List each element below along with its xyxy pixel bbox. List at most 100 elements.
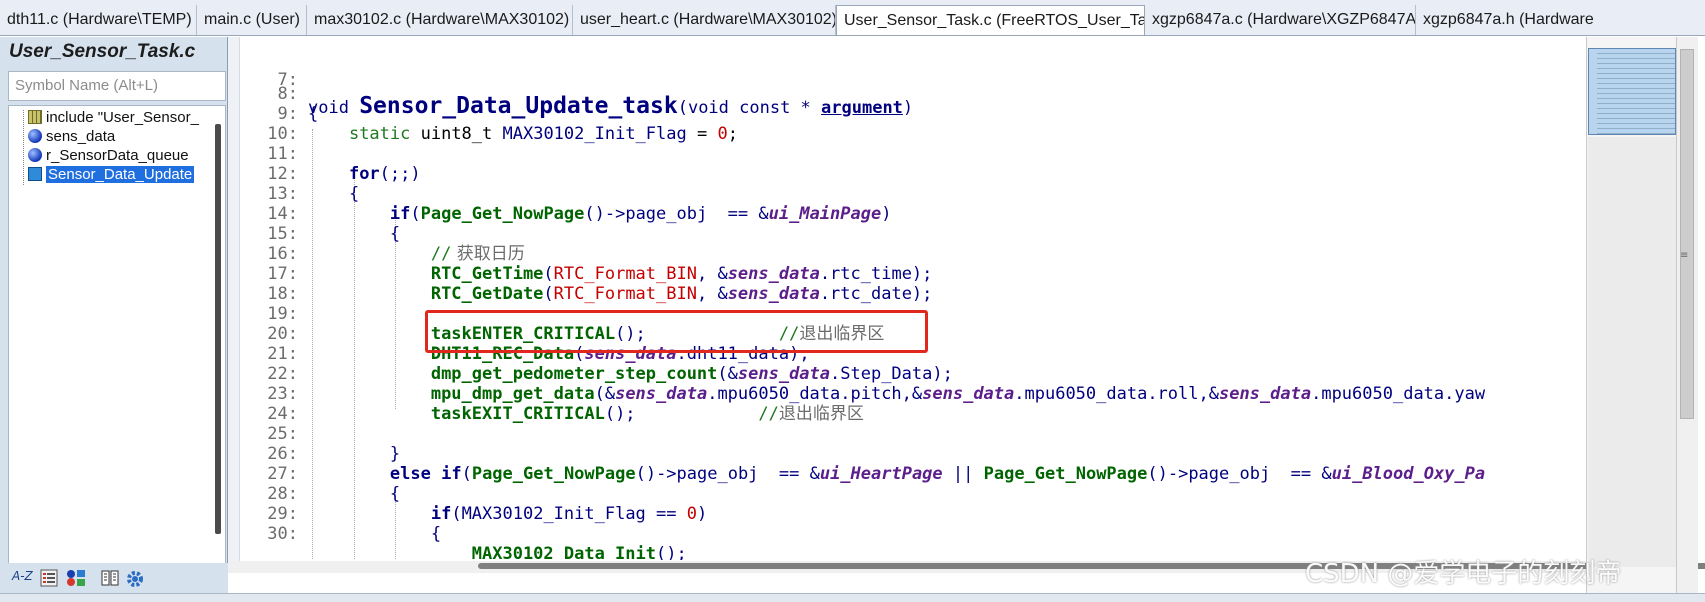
tree-vertical-scrollbar[interactable] (215, 124, 221, 534)
code-token: } (389, 444, 401, 464)
code-token: for (348, 164, 380, 184)
code-token: DHT11_REC_Data (430, 344, 575, 364)
sort-az-icon[interactable]: A-Z (12, 569, 33, 587)
code-token: ; (727, 124, 738, 144)
code-line: 16: RTC_GetTime(RTC_Format_BIN, &sens_da… (240, 224, 932, 284)
symbol-item-label: Sensor_Data_Update (46, 166, 195, 183)
symbol-item-sensordata-queue[interactable]: r_SensorData_queue (28, 147, 189, 166)
code-line: 17: RTC_GetDate(RTC_Format_BIN, &sens_da… (240, 244, 932, 304)
symbol-item-sensor-data-update[interactable]: Sensor_Data_Update (28, 166, 195, 185)
code-token: .mpu6050_data.pitch,& (707, 384, 923, 404)
scrollbar-grip-icon: ≡ (1680, 250, 1689, 261)
code-token: ui_Blood_Oxy_Pa (1331, 464, 1486, 484)
code-token: , & (696, 284, 728, 304)
code-token: ( (543, 284, 554, 304)
code-token: sens_data (737, 364, 831, 384)
code-token: ( (677, 98, 688, 118)
comment: // (758, 404, 779, 424)
code-token: (); (656, 544, 687, 560)
code-token: * (790, 98, 822, 118)
code-token: = (686, 124, 718, 144)
code-token: RTC_Format_BIN (553, 264, 697, 284)
code-token: ui_HeartPage (819, 464, 943, 484)
code-token: ( (410, 204, 421, 224)
tab-max30102-c[interactable]: max30102.c (Hardware\MAX30102) (307, 5, 573, 35)
code-line: 29: { (240, 484, 441, 544)
editor-gutter (228, 37, 240, 562)
code-token: ( (461, 464, 472, 484)
code-token: 0 (717, 124, 728, 144)
editor-vertical-scrollbar[interactable] (1676, 37, 1698, 593)
code-token: { (308, 104, 319, 124)
class-view-icon[interactable] (66, 569, 88, 587)
tab-user-sensor-task-c[interactable]: User_Sensor_Task.c (FreeRTOS_User_Task)✖ (836, 5, 1145, 35)
code-token: (& (594, 384, 616, 404)
code-token: { (389, 484, 401, 504)
tab-label: xgzp6847a.h (Hardware (1423, 11, 1594, 28)
code-token: mpu_dmp_get_data (430, 384, 595, 404)
code-line: 26: else if(Page_Get_NowPage()->page_obj… (240, 424, 1485, 484)
scrollbar-thumb[interactable] (1680, 49, 1694, 419)
code-line: 13: if(Page_Get_NowPage()->page_obj == &… (240, 164, 891, 224)
tab-label: main.c (User) (204, 11, 301, 28)
code-token: if (430, 504, 452, 524)
symbol-item-include[interactable]: include "User_Sensor_ (28, 109, 199, 128)
code-token: { (430, 524, 442, 544)
code-line: 27: { (240, 444, 400, 504)
symbol-item-sens-data[interactable]: sens_data (28, 128, 115, 147)
code-token: uint8_t (410, 124, 503, 144)
code-token: 0 (686, 504, 697, 524)
code-line: 28: if(MAX30102_Init_Flag == 0) (240, 464, 707, 524)
tab-xgzp6847a-h[interactable]: xgzp6847a.h (Hardware (1416, 5, 1705, 35)
symbol-toolbar: A-Z (0, 563, 228, 593)
tab-main-c[interactable]: main.c (User) (197, 5, 307, 35)
code-token: RTC_Format_BIN (553, 284, 697, 304)
gear-icon[interactable] (125, 569, 145, 587)
symbol-item-label: include "User_Sensor_ (46, 109, 199, 126)
code-line: 10: (240, 104, 301, 144)
code-line: 18: (240, 264, 301, 304)
code-area[interactable]: 7: void Sensor_Data_Update_task(void con… (240, 37, 1587, 560)
code-line: 20: DHT11_REC_Data(sens_data.dht11_data)… (240, 304, 809, 364)
code-token: RTC_GetTime (430, 264, 544, 284)
symbol-item-label: sens_data (46, 128, 116, 145)
code-token: if (389, 204, 411, 224)
code-line: 25: } (240, 404, 400, 464)
code-token: ()->page_obj == & (1147, 464, 1332, 484)
code-token: argument (821, 98, 903, 118)
minimap-code-lines (1597, 53, 1675, 143)
code-token: MAX30102_Data_Init (471, 544, 656, 560)
comment: 退出临界区 (778, 404, 864, 424)
function-icon (28, 167, 42, 181)
code-token: sens_data (615, 384, 708, 404)
code-token: sens_data (1218, 384, 1312, 404)
code-token: ()->page_obj == & (584, 204, 769, 224)
code-token: ) (902, 98, 914, 118)
code-token: (& (717, 364, 738, 384)
minimap-viewport[interactable] (1588, 48, 1676, 143)
code-token: ( (574, 344, 585, 364)
code-token: void const (687, 98, 791, 118)
code-token: sens_data (727, 284, 820, 304)
code-token: .rtc_date); (819, 284, 933, 304)
variable-icon (28, 129, 42, 143)
function-name: Sensor_Data_Update_task (359, 93, 678, 119)
code-line: 30: MAX30102_Data_Init(); (240, 504, 686, 560)
tab-user-heart-c[interactable]: user_heart.c (Hardware\MAX30102) (573, 5, 836, 35)
symbol-item-label: r_SensorData_queue (46, 147, 189, 164)
tab-label: xgzp6847a.c (Hardware\XGZP6847A) (1152, 11, 1416, 28)
line-number: 30: (267, 524, 298, 544)
code-token: MAX30102_Init_Flag (461, 504, 646, 524)
code-token: , & (696, 264, 728, 284)
tab-dth11-c[interactable]: dth11.c (Hardware\TEMP) (0, 5, 197, 35)
code-token: ( (543, 264, 554, 284)
book-icon[interactable] (100, 569, 120, 587)
tab-xgzp6847a-c[interactable]: xgzp6847a.c (Hardware\XGZP6847A) (1145, 5, 1416, 35)
code-minimap[interactable] (1586, 37, 1676, 593)
code-line: 19: taskENTER_CRITICAL(); //退出临界区 (240, 284, 884, 344)
code-editor[interactable]: 7: void Sensor_Data_Update_task(void con… (228, 37, 1587, 593)
code-token: taskEXIT_CRITICAL (430, 404, 605, 424)
list-icon[interactable] (40, 569, 58, 587)
code-line: 21: dmp_get_pedometer_step_count(&sens_d… (240, 324, 953, 384)
symbol-search-input[interactable]: Symbol Name (Alt+L) (8, 71, 226, 101)
